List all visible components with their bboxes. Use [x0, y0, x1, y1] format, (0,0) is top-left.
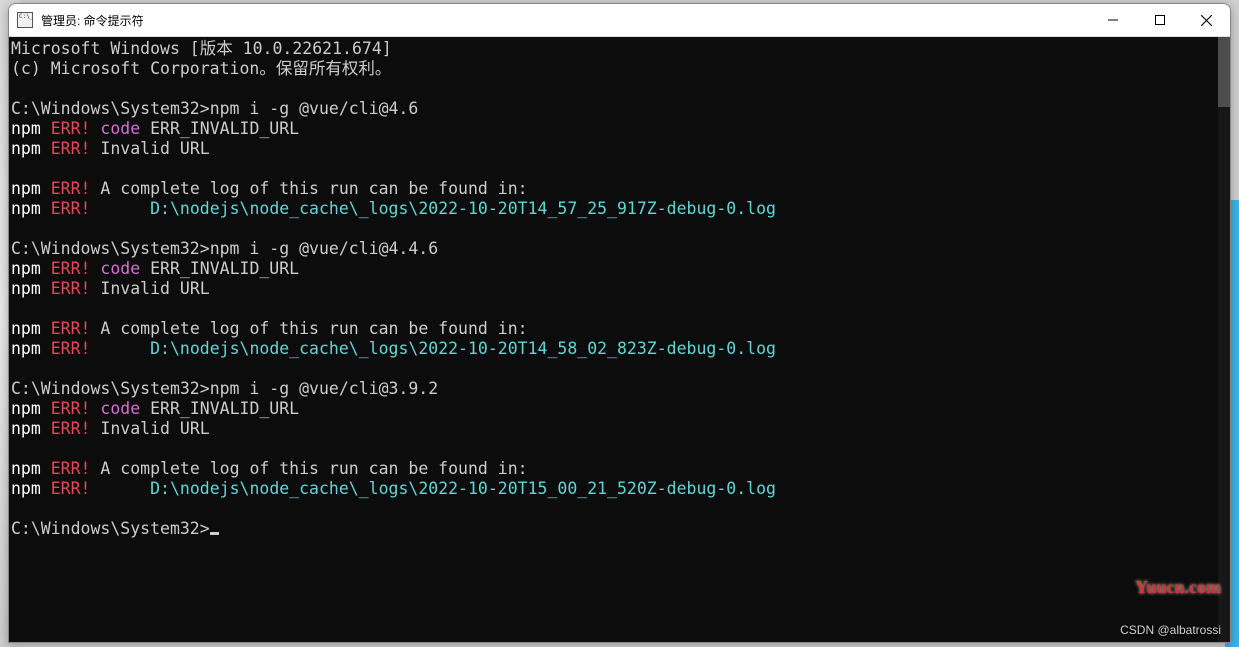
command-prompt-window: 管理员: 命令提示符 Microsoft Windows [版本 10.0.22… — [8, 3, 1231, 643]
window-title: 管理员: 命令提示符 — [41, 12, 144, 29]
terminal-area[interactable]: Microsoft Windows [版本 10.0.22621.674] (c… — [9, 37, 1230, 642]
csdn-attribution: CSDN @albatrossi — [1120, 623, 1221, 637]
cmd-icon — [17, 12, 33, 28]
terminal-output: Microsoft Windows [版本 10.0.22621.674] (c… — [9, 37, 1218, 539]
close-icon — [1201, 15, 1212, 26]
close-button[interactable] — [1183, 4, 1230, 36]
window-controls — [1089, 4, 1230, 36]
maximize-icon — [1155, 15, 1165, 25]
title-bar[interactable]: 管理员: 命令提示符 — [9, 4, 1230, 37]
minimize-button[interactable] — [1089, 4, 1136, 36]
vertical-scrollbar[interactable] — [1218, 37, 1230, 642]
site-watermark: Yuucn.com — [1135, 577, 1221, 598]
maximize-button[interactable] — [1136, 4, 1183, 36]
minimize-icon — [1108, 15, 1118, 25]
cursor — [210, 532, 219, 535]
scrollbar-thumb[interactable] — [1218, 37, 1230, 107]
